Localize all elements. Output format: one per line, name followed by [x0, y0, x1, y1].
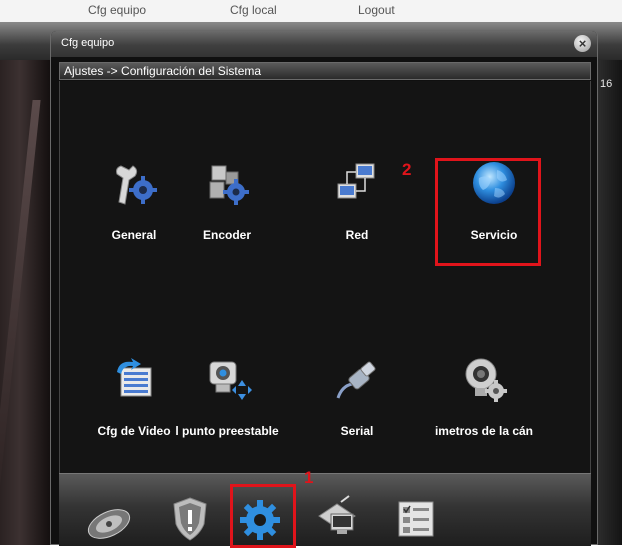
- disk-icon: [87, 509, 131, 539]
- tool-network[interactable]: [311, 494, 363, 542]
- item-parametros-camara-label: imetros de la cán: [434, 424, 534, 438]
- close-button[interactable]: ×: [574, 35, 591, 52]
- close-icon: ×: [578, 36, 587, 51]
- item-serial[interactable]: Serial: [305, 354, 409, 464]
- wrench-gear-icon: [116, 165, 157, 205]
- menu-logout[interactable]: Logout: [358, 3, 395, 17]
- item-red[interactable]: Red: [305, 158, 409, 268]
- background-left-panel: [0, 60, 50, 545]
- menu-cfg-equipo[interactable]: Cfg equipo: [88, 3, 146, 17]
- item-red-label: Red: [345, 228, 369, 242]
- network-icon: [337, 163, 375, 199]
- webcam-gear-icon: [465, 358, 507, 402]
- serial-cable-icon: [336, 361, 376, 399]
- highlight-servicio: [435, 158, 541, 266]
- background-menu: Cfg equipo Cfg local Logout: [0, 0, 622, 22]
- shield-icon: [173, 497, 207, 541]
- puzzle-gear-icon: [209, 165, 249, 205]
- item-punto-preestablecido-label: l punto preestable: [175, 424, 279, 438]
- item-serial-label: Serial: [340, 424, 374, 438]
- tool-security[interactable]: [164, 494, 216, 542]
- breadcrumb: Ajustes -> Configuración del Sistema: [64, 64, 262, 78]
- item-cfg-de-video[interactable]: Cfg de Video: [82, 354, 186, 464]
- tool-checklist[interactable]: [389, 494, 441, 542]
- item-encoder[interactable]: Encoder: [175, 158, 279, 268]
- dialog-titlebar[interactable]: Cfg equipo ×: [51, 31, 597, 57]
- breadcrumb-bar: Ajustes -> Configuración del Sistema: [59, 62, 591, 80]
- item-parametros-camara[interactable]: imetros de la cán: [432, 354, 536, 464]
- callout-1: 1: [304, 468, 314, 487]
- highlight-system-settings: [230, 484, 296, 548]
- settings-grid: General Encoder Red Servicio Cfg de Vide…: [59, 81, 591, 473]
- background-right-panel: [596, 60, 622, 545]
- menu-cfg-local[interactable]: Cfg local: [230, 3, 277, 17]
- ptz-camera-icon: [209, 361, 252, 400]
- checklist-icon: [398, 501, 434, 537]
- item-general[interactable]: General: [82, 158, 186, 268]
- item-punto-preestablecido[interactable]: l punto preestable: [175, 354, 279, 464]
- dialog-title: Cfg equipo: [61, 37, 115, 49]
- network-pc-icon: [318, 495, 356, 534]
- tool-storage[interactable]: [83, 494, 135, 542]
- config-dialog: Cfg equipo × Ajustes -> Configuración de…: [50, 30, 598, 548]
- video-list-icon: [117, 358, 152, 397]
- background-number: 16: [600, 78, 613, 90]
- item-encoder-label: Encoder: [202, 228, 251, 242]
- callout-2: 2: [402, 160, 412, 179]
- bottom-toolbar: 1: [59, 468, 591, 548]
